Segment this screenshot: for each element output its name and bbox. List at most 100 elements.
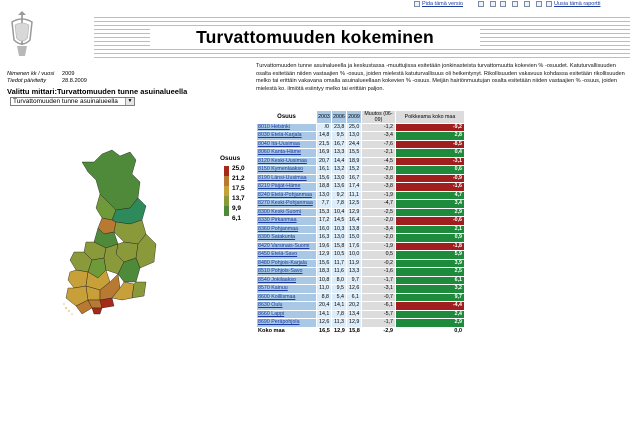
cell-v2003: 15,6: [316, 173, 332, 184]
cell-name[interactable]: 8030 Etelä-Karjala: [256, 131, 317, 141]
cell-v2006: 23,8: [331, 122, 347, 133]
cell-name[interactable]: 8480 Pohjois-Karjala: [256, 258, 317, 269]
new-report-link[interactable]: Uusia tämä raportti: [554, 1, 600, 7]
map-region-lappi: [81, 149, 141, 211]
cell-name[interactable]: 8390 Satakunta: [256, 233, 317, 243]
cell-v2006: 10,4: [331, 207, 347, 218]
chevron-down-icon[interactable]: ▼: [125, 98, 134, 105]
legend-swatch-3: [224, 186, 229, 196]
export-icon[interactable]: [500, 1, 506, 7]
meta-value-period: 2009: [62, 71, 75, 77]
table-row: 8570 Kainuu 11,0 9,5 12,6 -3,1 3,2: [256, 284, 465, 294]
finland-region-map[interactable]: [60, 148, 172, 328]
cell-dev: 6,1: [395, 275, 465, 286]
new-report-icon[interactable]: [546, 1, 552, 7]
refresh-icon[interactable]: [524, 1, 530, 7]
cell-v2009: 20,2: [346, 301, 362, 311]
cell-name[interactable]: 8330 Pirkanmaa: [256, 216, 317, 226]
cell-name[interactable]: 8630 Oulu: [256, 301, 317, 311]
cell-name[interactable]: 8450 Etelä-Savo: [256, 250, 317, 260]
legend-swatch-1: [224, 166, 229, 176]
cell-dev: 0,6: [395, 165, 465, 175]
print-version-link[interactable]: Pida tämä versio: [422, 1, 463, 7]
column-header-deviation[interactable]: Poikkeama koko maa: [395, 110, 465, 124]
cell-name[interactable]: 8060 Kanta-Häme: [256, 148, 317, 158]
table-row: 8480 Pohjois-Karjala 15,6 11,7 11,9 -0,2 3,9: [256, 258, 465, 269]
cell-v2009: 12,9: [346, 318, 362, 328]
cell-name[interactable]: 8240 Etelä-Pohjanmaa: [256, 190, 317, 201]
cell-dev: -3,1: [395, 156, 465, 167]
cell-v2003: 17,2: [316, 216, 332, 226]
cell-name[interactable]: 8420 Varsinais-Suomi: [256, 241, 317, 252]
table-row: 8390 Satakunta 16,3 13,0 15,0 -2,0 0,9: [256, 233, 465, 243]
map-region-etela-karjala: [131, 281, 147, 299]
cell-dev: -1,8: [395, 241, 465, 252]
cell-name[interactable]: 8360 Pohjanmaa: [256, 224, 317, 235]
cell-v2006: 7,8: [331, 309, 347, 320]
cell-name[interactable]: 8570 Kainuu: [256, 284, 317, 294]
cell-name[interactable]: 8270 Keski-Pohjanmaa: [256, 199, 317, 209]
cell-dev: 2,8: [395, 131, 465, 141]
cell-name[interactable]: 8540 Jokilaakso: [256, 275, 317, 286]
cell-name[interactable]: 8150 Kymenlaakso: [256, 165, 317, 175]
cell-name[interactable]: 8040 Itä-Uusimaa: [256, 139, 317, 150]
cell-v2009: 12,5: [346, 199, 362, 209]
cell-v2003: 15,6: [316, 258, 332, 269]
cell-change: -6,1: [361, 301, 396, 311]
cell-change: -3,8: [361, 173, 396, 184]
column-header-2003[interactable]: 2003: [316, 110, 332, 124]
cell-dev: 0,9: [395, 233, 465, 243]
cell-name[interactable]: 8120 Keski-Uusimaa: [256, 156, 317, 167]
email-icon[interactable]: [512, 1, 518, 7]
total-cell-v2009: 15,8: [346, 326, 362, 337]
map-legend: Osuus 25,0 21,2 17,5 13,7 9,9 6,1: [220, 155, 260, 230]
cell-v2003: 18,3: [316, 267, 332, 277]
cell-dev: 5,9: [395, 250, 465, 260]
cell-change: -1,6: [361, 267, 396, 277]
cell-v2006: 11,3: [331, 318, 347, 328]
table-row: 8660 Lappi 14,1 7,8 13,4 -5,7 2,4: [256, 309, 465, 320]
table-row: 8630 Oulu 20,4 14,1 20,2 -6,1 -4,4: [256, 301, 465, 311]
cell-dev: 2,4: [395, 309, 465, 320]
page-title: Turvattomuuden kokeminen: [150, 26, 480, 48]
column-header-2009[interactable]: 2009: [346, 110, 362, 124]
cell-name[interactable]: 8690 Peräpohjola: [256, 318, 317, 328]
cell-v2009: 13,8: [346, 224, 362, 235]
cell-v2006: 14,5: [331, 216, 347, 226]
table-row: 8190 Länsi-Uusimaa 15,6 13,0 16,7 -3,8 -0,9: [256, 173, 465, 184]
cell-name[interactable]: 8300 Keski-Suomi: [256, 207, 317, 218]
column-header-change[interactable]: Muutos (06-09): [361, 110, 396, 124]
cell-v2006: 13,6: [331, 182, 347, 192]
column-header-2006[interactable]: 2006: [331, 110, 347, 124]
map-region-helsinki: [91, 307, 103, 315]
cell-v2009: 13,3: [346, 267, 362, 277]
cell-v2003: 19,6: [316, 241, 332, 252]
cell-name[interactable]: 8600 Koillismaa: [256, 292, 317, 303]
cell-name[interactable]: 8010 Helsinki: [256, 122, 317, 133]
cell-change: -0,7: [361, 292, 396, 303]
cell-v2009: 17,4: [346, 182, 362, 192]
copy-icon[interactable]: [490, 1, 496, 7]
print-icon[interactable]: [414, 1, 420, 7]
legend-title: Osuus: [220, 155, 241, 162]
cell-v2003: 14,8: [316, 131, 332, 141]
settings-icon[interactable]: [536, 1, 542, 7]
indicator-select[interactable]: Turvattomuuden tunne asuinalueella ▼: [10, 97, 135, 106]
cell-v2006: 11,6: [331, 267, 347, 277]
cell-v2009: 18,9: [346, 156, 362, 167]
cell-v2006: 9,2: [331, 190, 347, 201]
legend-label-6: 6,1: [232, 215, 242, 222]
cell-dev: -0,9: [395, 173, 465, 184]
cell-name[interactable]: 8510 Pohjois-Savo: [256, 267, 317, 277]
top-toolbar: Pida tämä versio Uusia tämä raportti: [0, 0, 640, 10]
table-row: 8060 Kanta-Häme 16,9 13,3 15,5 -2,1 0,4: [256, 148, 465, 158]
column-header-osuus[interactable]: Osuus: [256, 110, 317, 124]
cell-name[interactable]: 8190 Länsi-Uusimaa: [256, 173, 317, 184]
cell-v2003: 10,8: [316, 275, 332, 286]
cell-name[interactable]: 8660 Lappi: [256, 309, 317, 320]
map-region-ita-uusimaa: [99, 297, 115, 309]
help-icon[interactable]: [478, 1, 484, 7]
cell-dev: 2,9: [395, 318, 465, 328]
cell-name[interactable]: 8210 Päijät-Häme: [256, 182, 317, 192]
cell-v2003: /0: [316, 122, 332, 133]
